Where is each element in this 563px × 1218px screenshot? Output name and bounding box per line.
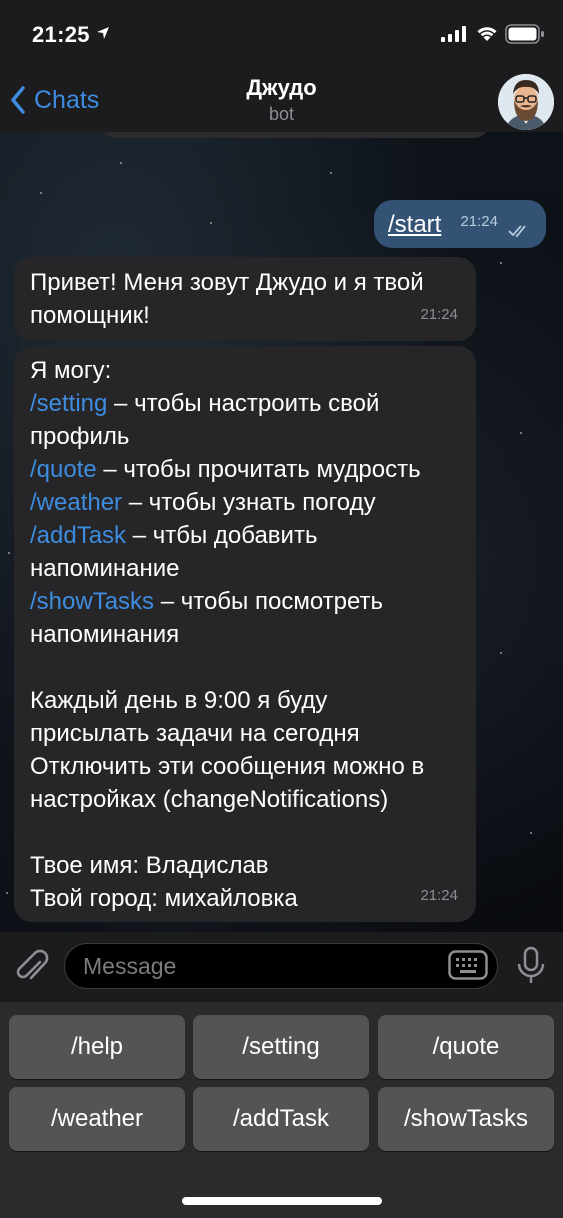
message-intro: Я могу: — [30, 357, 112, 384]
keyboard-button-quote[interactable]: /quote — [378, 1015, 554, 1079]
message-time: 21:24 — [460, 213, 498, 230]
command-description: – чтобы узнать погоду — [122, 489, 376, 516]
start-command-link[interactable]: /start — [388, 208, 441, 241]
command-link-quote[interactable]: /quote — [30, 456, 97, 483]
double-check-icon — [508, 225, 526, 238]
bot-reply-keyboard: /help /setting /quote /weather /addTask … — [0, 1002, 563, 1218]
command-link-showtasks[interactable]: /showTasks — [30, 588, 154, 615]
message-text-line: настройках (changeNotifications) — [30, 786, 389, 813]
chat-title[interactable]: Джудо — [0, 75, 563, 101]
bot-avatar[interactable] — [498, 74, 554, 130]
message-text-line: помощник! — [30, 302, 150, 329]
chat-subtitle: bot — [268, 104, 295, 124]
keyboard-button-setting[interactable]: /setting — [193, 1015, 369, 1079]
keyboard-button-help[interactable]: /help — [9, 1015, 185, 1079]
cellular-signal-icon — [441, 26, 466, 42]
status-bar: 21:25 — [0, 0, 563, 68]
chat-header: Chats Джудо bot — [0, 68, 563, 132]
command-description: – чтобы настроить свой — [107, 390, 380, 417]
incoming-message-help[interactable]: Я могу: /setting – чтобы настроить свой … — [14, 346, 476, 922]
keyboard-button-weather[interactable]: /weather — [9, 1087, 185, 1151]
status-time: 21:25 — [32, 22, 90, 47]
profile-city-line: Твой город: михайловка — [30, 885, 298, 912]
battery-icon — [505, 24, 544, 44]
location-arrow-icon — [97, 27, 109, 39]
outgoing-message[interactable]: /start 21:24 — [374, 200, 546, 248]
message-text-line: Каждый день в 9:00 я буду — [30, 687, 328, 714]
incoming-message-greeting[interactable]: Привет! Меня зовут Джудо и я твой помощн… — [14, 257, 476, 341]
command-link-weather[interactable]: /weather — [30, 489, 122, 516]
message-text-line: присылать задачи на сегодня — [30, 720, 360, 747]
message-input[interactable] — [64, 943, 498, 989]
command-link-addtask[interactable]: /addTask — [30, 522, 126, 549]
command-description: напоминания — [30, 621, 180, 648]
home-indicator[interactable] — [182, 1197, 382, 1205]
message-text-line: Отключить эти сообщения можно в — [30, 753, 425, 780]
command-description: – чтобы посмотреть — [154, 588, 384, 615]
bearded-man-avatar-icon — [498, 74, 554, 130]
message-time: 21:24 — [420, 887, 458, 904]
message-time: 21:24 — [420, 306, 458, 323]
command-link-setting[interactable]: /setting — [30, 390, 107, 417]
keyboard-button-addtask[interactable]: /addTask — [193, 1087, 369, 1151]
message-text-line: Привет! Меня зовут Джудо и я твой — [30, 269, 424, 296]
message-input-bar — [0, 932, 563, 1002]
profile-name-line: Твое имя: Владислав — [30, 852, 269, 879]
command-description: – чтобы прочитать мудрость — [96, 456, 421, 483]
keyboard-icon[interactable] — [448, 950, 488, 980]
paperclip-icon[interactable] — [14, 948, 50, 986]
command-description: профиль — [30, 423, 130, 450]
command-description: напоминание — [30, 555, 180, 582]
keyboard-button-showtasks[interactable]: /showTasks — [378, 1087, 554, 1151]
command-description: – чтбы добавить — [126, 522, 318, 549]
wifi-icon — [477, 27, 497, 41]
microphone-icon[interactable] — [516, 946, 546, 986]
